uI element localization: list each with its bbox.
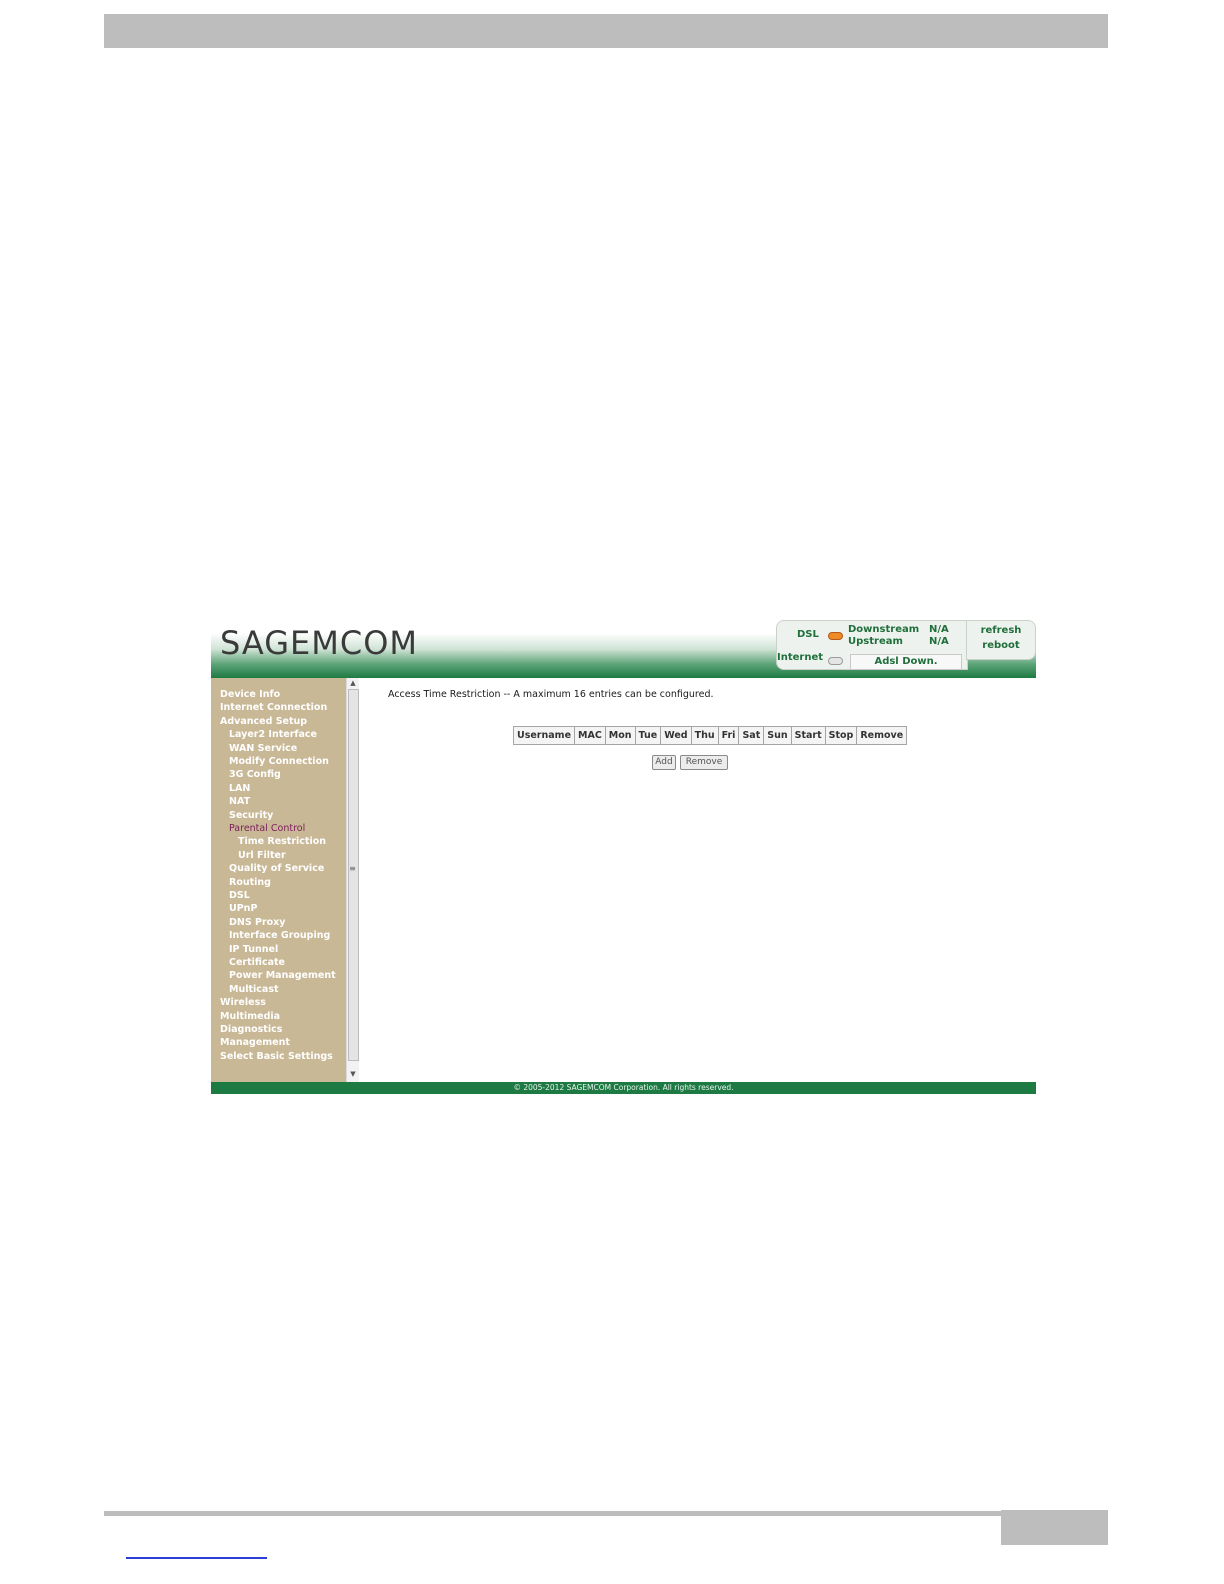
sidebar-item-lan[interactable]: LAN — [229, 783, 250, 794]
sidebar-item-advanced-setup[interactable]: Advanced Setup — [220, 716, 307, 727]
sagemcom-logo: SAGEMCOM — [220, 624, 418, 662]
sidebar-item-quality-of-service[interactable]: Quality of Service — [229, 863, 324, 874]
column-header-mac: MAC — [574, 726, 606, 745]
refresh-link[interactable]: refresh — [967, 625, 1035, 636]
upstream-label: Upstream — [848, 636, 903, 647]
sidebar-scrollbar[interactable]: ▲ ≡ ▼ — [346, 678, 359, 1082]
dsl-led-icon — [828, 632, 843, 640]
sidebar-nav: Device Info Internet Connection Advanced… — [211, 678, 346, 1082]
dsl-label: DSL — [797, 629, 819, 640]
status-panel: DSL Downstream Upstream N/A N/A Internet… — [776, 620, 968, 670]
sidebar-item-multimedia[interactable]: Multimedia — [220, 1011, 280, 1022]
sidebar-item-upnp[interactable]: UPnP — [229, 903, 257, 914]
column-header-fri: Fri — [717, 726, 740, 745]
column-header-username: Username — [512, 726, 576, 745]
sidebar-item-wan-service[interactable]: WAN Service — [229, 743, 297, 754]
upstream-value: N/A — [929, 636, 949, 647]
sidebar-item-interface-grouping[interactable]: Interface Grouping — [229, 930, 330, 941]
sidebar-item-time-restriction[interactable]: Time Restriction — [238, 836, 326, 847]
sidebar-item-dns-proxy[interactable]: DNS Proxy — [229, 917, 285, 928]
sidebar-item-power-management[interactable]: Power Management — [229, 970, 336, 981]
sidebar-item-routing[interactable]: Routing — [229, 877, 271, 888]
internet-led-icon — [828, 657, 843, 665]
document-header-bar — [104, 14, 1108, 48]
sidebar-item-parental-control[interactable]: Parental Control — [229, 823, 305, 834]
action-panel: refresh reboot — [966, 620, 1036, 660]
sidebar-item-nat[interactable]: NAT — [229, 796, 250, 807]
scroll-grip-icon: ≡ — [349, 864, 356, 873]
add-button[interactable]: Add — [652, 755, 676, 770]
downstream-value: N/A — [929, 624, 949, 635]
column-header-stop: Stop — [824, 726, 858, 745]
sidebar-item-wireless[interactable]: Wireless — [220, 997, 266, 1008]
document-footer-line — [104, 1511, 1001, 1516]
column-header-remove: Remove — [856, 726, 908, 745]
column-header-wed: Wed — [660, 726, 692, 745]
sidebar-item-security[interactable]: Security — [229, 810, 273, 821]
sidebar-item-dsl[interactable]: DSL — [229, 890, 250, 901]
scroll-thumb[interactable] — [348, 689, 359, 1061]
banner: SAGEMCOM DSL Downstream Upstream N/A N/A… — [211, 614, 1036, 678]
document-page-number-box — [1001, 1510, 1108, 1545]
sidebar-item-diagnostics[interactable]: Diagnostics — [220, 1024, 282, 1035]
scroll-down-arrow-icon[interactable]: ▼ — [347, 1070, 359, 1078]
sidebar-item-device-info[interactable]: Device Info — [220, 689, 280, 700]
sidebar-item-3g-config[interactable]: 3G Config — [229, 769, 281, 780]
reboot-link[interactable]: reboot — [967, 640, 1035, 651]
sidebar-item-certificate[interactable]: Certificate — [229, 957, 285, 968]
column-header-sun: Sun — [763, 726, 792, 745]
downstream-label: Downstream — [848, 624, 920, 635]
column-header-thu: Thu — [690, 726, 719, 745]
time-restriction-table: Username MAC Mon Tue Wed Thu Fri Sat Sun… — [512, 726, 908, 745]
table-header-row: Username MAC Mon Tue Wed Thu Fri Sat Sun… — [512, 726, 908, 745]
main-content: Access Time Restriction -- A maximum 16 … — [359, 678, 1036, 1082]
sidebar-item-url-filter[interactable]: Url Filter — [238, 850, 286, 861]
sidebar-item-ip-tunnel[interactable]: IP Tunnel — [229, 944, 278, 955]
page-heading: Access Time Restriction -- A maximum 16 … — [388, 689, 714, 700]
internet-label: Internet — [777, 652, 824, 663]
copyright-footer: © 2005-2012 SAGEMCOM Corporation. All ri… — [211, 1082, 1036, 1094]
scroll-up-arrow-icon[interactable]: ▲ — [347, 679, 359, 687]
column-header-tue: Tue — [634, 726, 662, 745]
sidebar-item-management[interactable]: Management — [220, 1037, 290, 1048]
column-header-mon: Mon — [604, 726, 636, 745]
column-header-start: Start — [790, 726, 826, 745]
sidebar-item-internet-connection[interactable]: Internet Connection — [220, 702, 327, 713]
sidebar-item-select-basic-settings[interactable]: Select Basic Settings — [220, 1051, 333, 1062]
router-web-ui: SAGEMCOM DSL Downstream Upstream N/A N/A… — [211, 614, 1036, 1094]
adsl-status-box: Adsl Down. — [850, 654, 962, 670]
sidebar-item-modify-connection[interactable]: Modify Connection — [229, 756, 329, 767]
document-footer-link[interactable] — [126, 1557, 267, 1559]
remove-button[interactable]: Remove — [680, 755, 728, 770]
sidebar-item-multicast[interactable]: Multicast — [229, 984, 279, 995]
column-header-sat: Sat — [738, 726, 765, 745]
sidebar-item-layer2-interface[interactable]: Layer2 Interface — [229, 729, 317, 740]
